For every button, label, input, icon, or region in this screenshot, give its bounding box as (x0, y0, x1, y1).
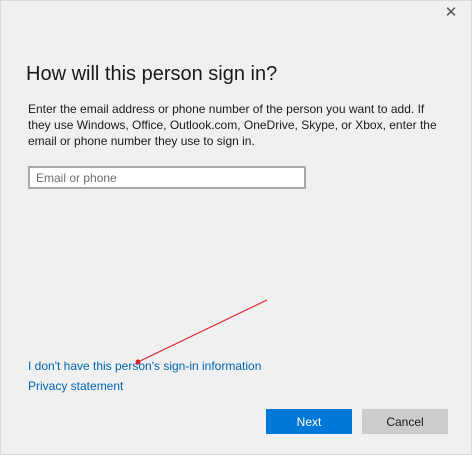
add-user-dialog: ✕ How will this person sign in? Enter th… (0, 0, 472, 455)
close-icon[interactable]: ✕ (439, 3, 463, 23)
dialog-title: How will this person sign in? (26, 63, 278, 85)
cancel-button[interactable]: Cancel (362, 409, 448, 434)
next-button[interactable]: Next (266, 409, 352, 434)
email-or-phone-input[interactable] (28, 166, 306, 189)
privacy-statement-link[interactable]: Privacy statement (28, 379, 123, 393)
dialog-description: Enter the email address or phone number … (28, 102, 437, 148)
no-signin-info-link[interactable]: I don't have this person's sign-in infor… (28, 359, 261, 373)
